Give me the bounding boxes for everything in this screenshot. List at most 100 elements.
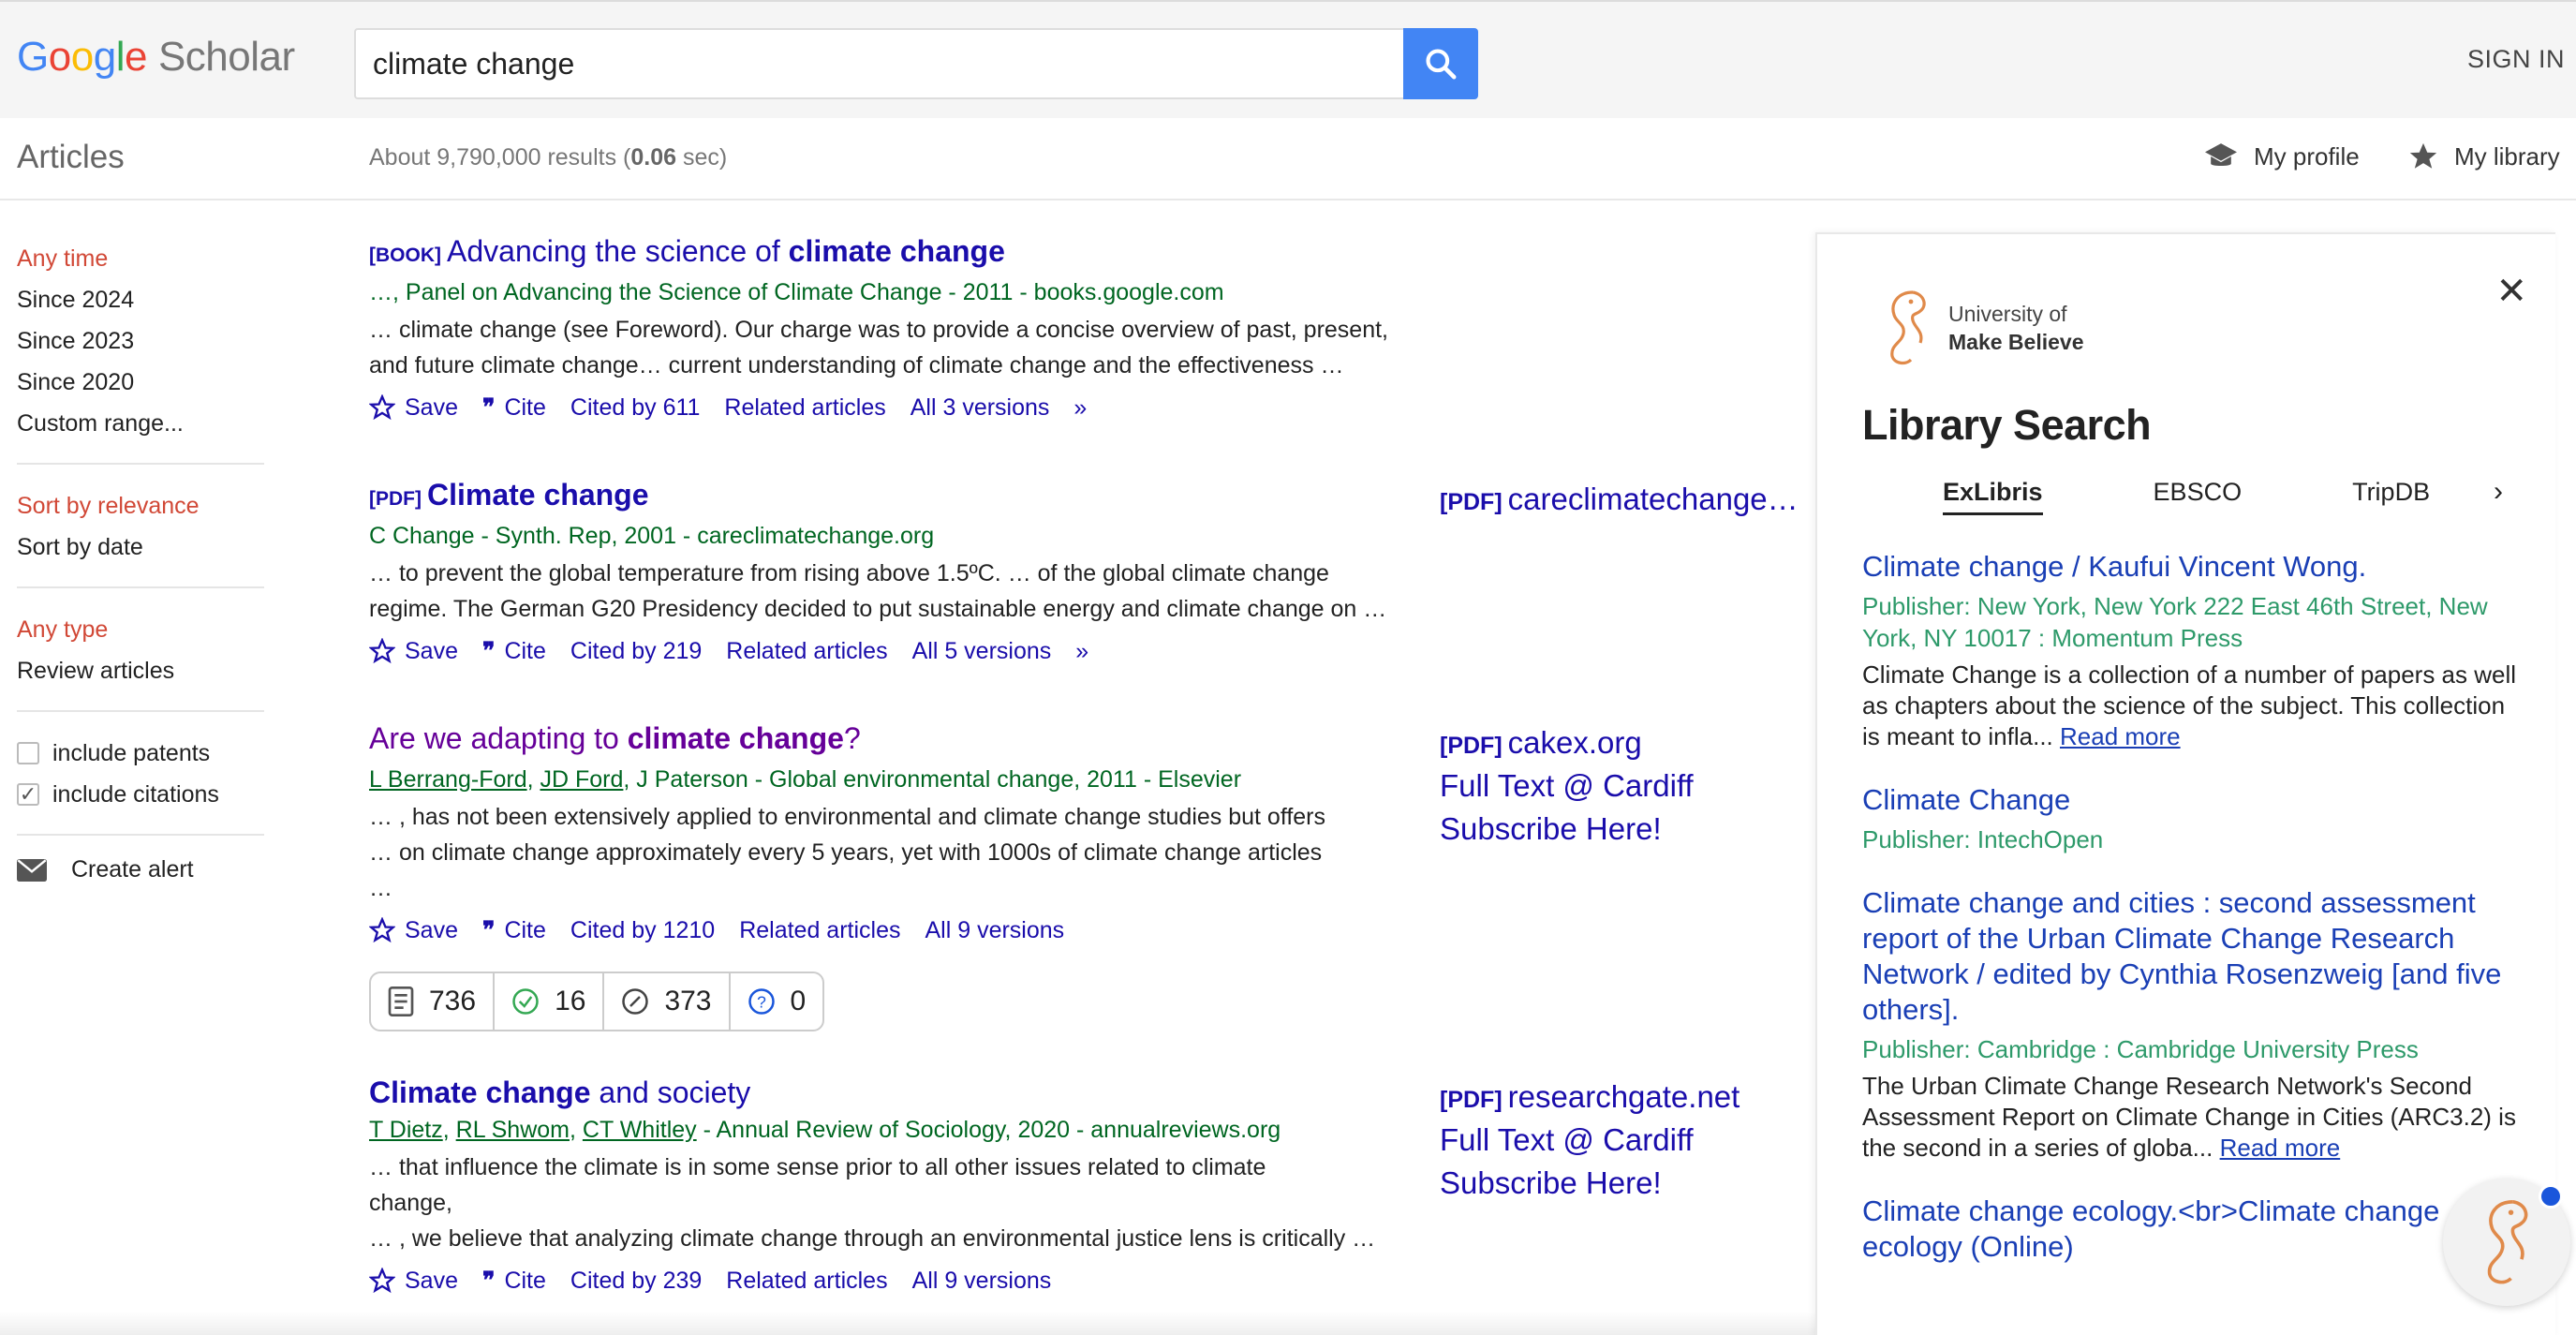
- create-alert-link[interactable]: Create alert: [17, 856, 264, 883]
- cited-by-link[interactable]: Cited by 1210: [570, 912, 715, 949]
- result-snippet: … climate change (see Foreword). Our cha…: [369, 317, 1389, 378]
- result-actions: Save ❞ Cite Cited by 1210 Related article…: [369, 912, 1446, 949]
- result-item: Are we adapting to climate change? L Ber…: [369, 721, 1446, 1031]
- result-snippet: … , has not been extensively applied to …: [369, 804, 1325, 901]
- library-item-desc: Climate Change is a collection of a numb…: [1862, 660, 2517, 750]
- search-input[interactable]: [354, 28, 1403, 99]
- filter-sidebar: Any time Since 2024 Since 2023 Since 202…: [17, 238, 264, 883]
- tab-ebsco[interactable]: EBSCO: [2154, 478, 2243, 515]
- all-versions-link[interactable]: All 9 versions: [925, 912, 1065, 949]
- envelope-icon: [17, 858, 47, 882]
- include-citations-option[interactable]: ✓ include citations: [17, 774, 264, 815]
- subscribe-link[interactable]: Subscribe Here!: [1440, 1162, 1662, 1205]
- full-text-link[interactable]: Full Text @ Cardiff: [1440, 764, 1694, 808]
- related-articles-link[interactable]: Related articles: [739, 912, 900, 949]
- author-link[interactable]: L Berrang-Ford: [369, 766, 527, 793]
- pdf-side-link[interactable]: [PDF] careclimatechange…: [1440, 478, 1799, 524]
- document-icon: [388, 986, 414, 1016]
- tab-tripdb[interactable]: TripDB: [2352, 478, 2430, 515]
- all-versions-link[interactable]: All 5 versions: [912, 632, 1052, 670]
- library-item-publisher: Publisher: New York, New York 222 East 4…: [1862, 592, 2488, 652]
- svg-text:?: ?: [757, 992, 766, 1011]
- sign-in-button[interactable]: SIGN IN: [2467, 45, 2565, 74]
- my-library-link[interactable]: My library: [2407, 141, 2560, 172]
- time-filter-group: Any time Since 2024 Since 2023 Since 202…: [17, 238, 264, 465]
- result-title-link[interactable]: Are we adapting to climate change?: [369, 721, 1446, 756]
- google-scholar-logo[interactable]: Google Scholar: [17, 34, 295, 81]
- sort-by-relevance[interactable]: Sort by relevance: [17, 485, 264, 527]
- cite-button[interactable]: ❞ Cite: [482, 389, 546, 426]
- filter-custom-range[interactable]: Custom range...: [17, 403, 264, 444]
- result-meta: …, Panel on Advancing the Science of Cli…: [369, 279, 1224, 305]
- library-item-title[interactable]: Climate change / Kaufui Vincent Wong.: [1862, 549, 2518, 585]
- scite-metrics: 736 16 373 ? 0: [369, 972, 825, 1031]
- cited-by-link[interactable]: Cited by 219: [570, 632, 702, 670]
- author-link[interactable]: CT Whitley: [583, 1117, 697, 1143]
- library-item-publisher: Publisher: IntechOpen: [1862, 825, 2104, 853]
- more-chevron-icon[interactable]: »: [1075, 632, 1088, 670]
- close-icon[interactable]: ✕: [2495, 270, 2527, 313]
- cite-button[interactable]: ❞ Cite: [482, 1262, 546, 1299]
- save-button[interactable]: Save: [369, 389, 458, 426]
- pdf-side-link[interactable]: [PDF] researchgate.net: [1440, 1075, 1740, 1121]
- related-articles-link[interactable]: Related articles: [726, 1262, 887, 1299]
- filter-review-articles[interactable]: Review articles: [17, 650, 264, 691]
- library-item-title[interactable]: Climate change ecology.<br>Climate chang…: [1862, 1194, 2518, 1265]
- star-outline-icon: [369, 638, 395, 664]
- patents-checkbox[interactable]: [17, 742, 39, 764]
- related-articles-link[interactable]: Related articles: [726, 632, 887, 670]
- filter-any-type[interactable]: Any type: [17, 609, 264, 650]
- subscribe-link[interactable]: Subscribe Here!: [1440, 808, 1662, 851]
- result-snippet: … that influence the climate is in some …: [369, 1154, 1376, 1252]
- seahorse-logo-icon: [2487, 1200, 2528, 1284]
- library-item-title[interactable]: Climate change and cities : second asses…: [1862, 885, 2518, 1028]
- library-item: Climate Change Publisher: IntechOpen: [1862, 782, 2518, 855]
- filter-since-2020[interactable]: Since 2020: [17, 362, 264, 403]
- search-button[interactable]: [1403, 28, 1478, 99]
- read-more-link[interactable]: Read more: [2220, 1134, 2341, 1162]
- cite-button[interactable]: ❞ Cite: [482, 912, 546, 949]
- tab-exlibris[interactable]: ExLibris: [1943, 478, 2043, 515]
- author-link[interactable]: JD Ford: [540, 766, 624, 793]
- metric-supporting[interactable]: 16: [495, 973, 605, 1030]
- chevron-right-icon[interactable]: ›: [2494, 476, 2503, 508]
- save-button[interactable]: Save: [369, 632, 458, 670]
- result-item: [BOOK] Advancing the science of climate c…: [369, 234, 1446, 426]
- related-articles-link[interactable]: Related articles: [724, 389, 885, 426]
- save-button[interactable]: Save: [369, 1262, 458, 1299]
- result-title-link[interactable]: Climate change and society: [369, 1075, 1446, 1110]
- author-link[interactable]: T Dietz: [369, 1117, 443, 1143]
- result-item: Climate change and society T Dietz, RL S…: [369, 1075, 1446, 1299]
- question-circle-icon: ?: [748, 988, 775, 1015]
- library-item-publisher: Publisher: Cambridge : Cambridge Univers…: [1862, 1035, 2419, 1063]
- citations-checkbox[interactable]: ✓: [17, 782, 39, 806]
- my-profile-link[interactable]: My profile: [2203, 141, 2360, 172]
- all-versions-link[interactable]: All 9 versions: [912, 1262, 1052, 1299]
- result-title-link[interactable]: [BOOK] Advancing the science of climate c…: [369, 234, 1446, 269]
- metric-contrasting[interactable]: ? 0: [731, 973, 823, 1030]
- read-more-link[interactable]: Read more: [2060, 722, 2181, 750]
- cite-button[interactable]: ❞ Cite: [482, 632, 546, 670]
- save-button[interactable]: Save: [369, 912, 458, 949]
- star-outline-icon: [369, 917, 395, 943]
- result-title-link[interactable]: [PDF] Climate change: [369, 478, 1446, 512]
- metric-mentioning[interactable]: 373: [604, 973, 731, 1030]
- all-versions-link[interactable]: All 3 versions: [910, 389, 1050, 426]
- more-chevron-icon[interactable]: »: [1073, 389, 1087, 426]
- sort-by-date[interactable]: Sort by date: [17, 527, 264, 568]
- filter-any-time[interactable]: Any time: [17, 238, 264, 279]
- filter-since-2023[interactable]: Since 2023: [17, 320, 264, 362]
- author-link[interactable]: RL Shwom: [456, 1117, 570, 1143]
- type-filter-group: Any type Review articles: [17, 609, 264, 712]
- star-outline-icon: [369, 394, 395, 421]
- library-item: Climate change ecology.<br>Climate chang…: [1862, 1194, 2518, 1265]
- full-text-link[interactable]: Full Text @ Cardiff: [1440, 1119, 1694, 1162]
- pdf-side-link[interactable]: [PDF] cakex.org: [1440, 721, 1642, 767]
- cited-by-link[interactable]: Cited by 611: [570, 389, 701, 426]
- library-item-title[interactable]: Climate Change: [1862, 782, 2518, 818]
- filter-since-2024[interactable]: Since 2024: [17, 279, 264, 320]
- include-patents-option[interactable]: include patents: [17, 733, 264, 774]
- notification-dot: [2539, 1184, 2563, 1209]
- cited-by-link[interactable]: Cited by 239: [570, 1262, 702, 1299]
- metric-publications[interactable]: 736: [371, 973, 496, 1030]
